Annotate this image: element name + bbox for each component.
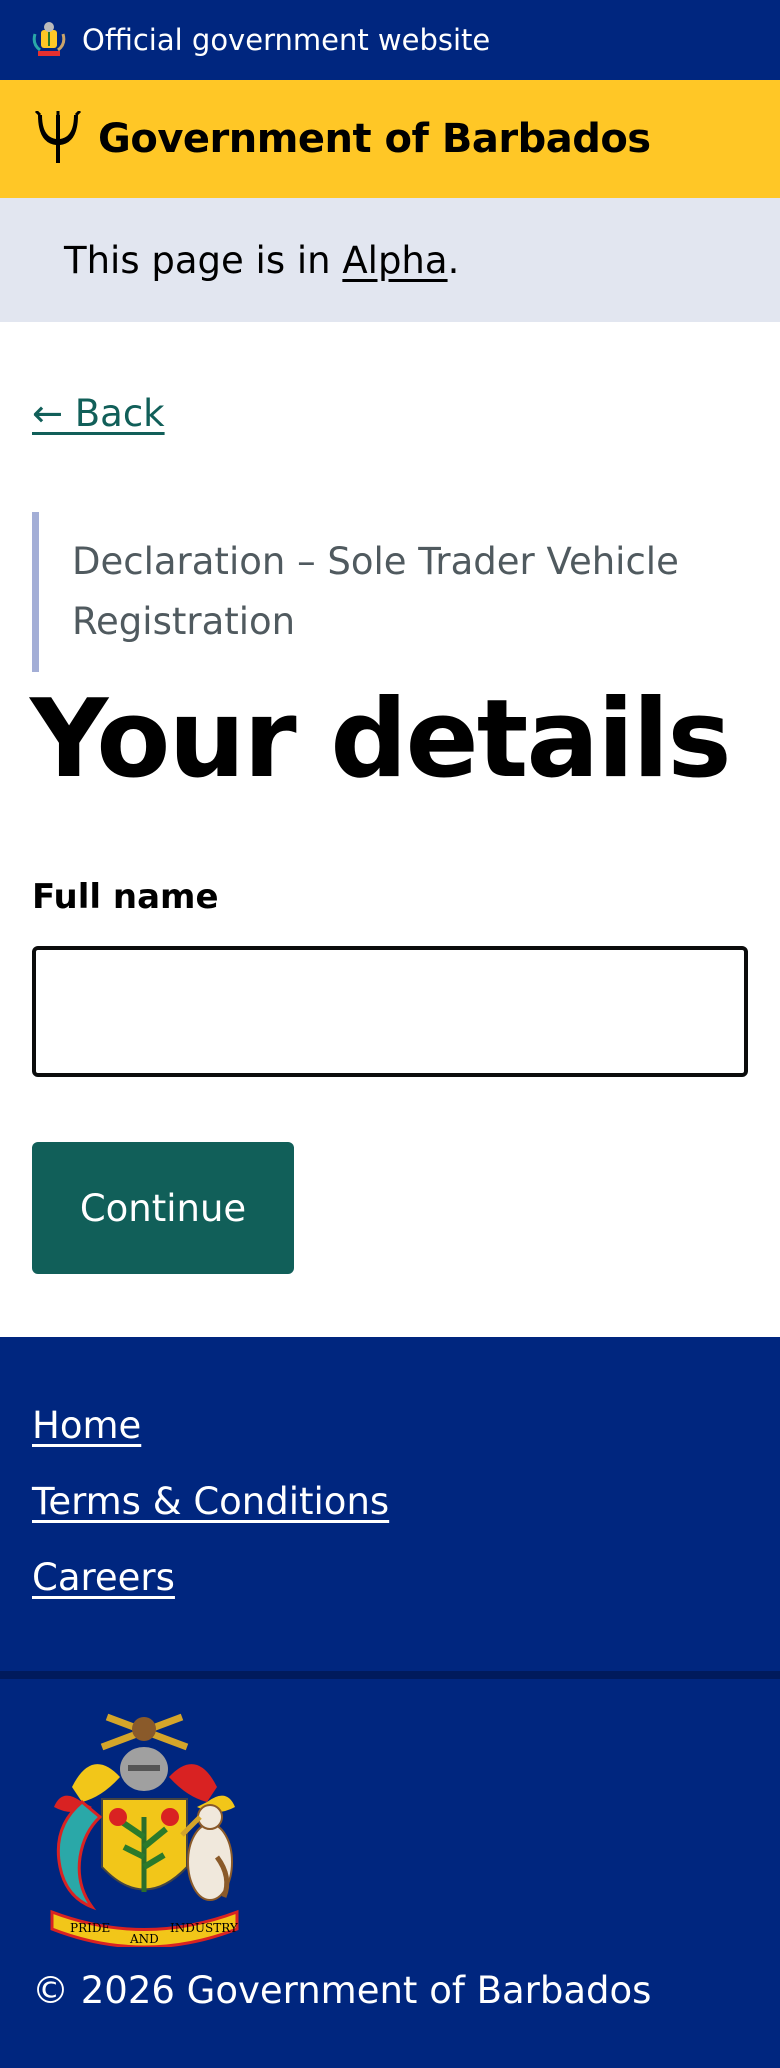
phase-banner-suffix: . bbox=[447, 238, 460, 282]
continue-button[interactable]: Continue bbox=[32, 1142, 294, 1274]
main-content: ← Back Declaration – Sole Trader Vehicle… bbox=[0, 322, 780, 1337]
trident-icon bbox=[34, 111, 82, 163]
footer-link-careers[interactable]: Careers bbox=[32, 1555, 748, 1601]
page-title: Your details bbox=[30, 677, 732, 802]
footer-nav: Home Terms & Conditions Careers bbox=[0, 1337, 780, 1679]
copyright-text: © 2026 Government of Barbados bbox=[32, 1969, 652, 2012]
phase-link[interactable]: Alpha bbox=[342, 239, 447, 282]
official-banner-text: Official government website bbox=[82, 23, 491, 57]
back-link[interactable]: ← Back bbox=[32, 392, 165, 435]
official-banner: Official government website bbox=[0, 0, 780, 80]
motto-right: INDUSTRY bbox=[170, 1921, 239, 1935]
site-header: Government of Barbados bbox=[0, 80, 780, 198]
phase-banner: This page is in Alpha. bbox=[0, 198, 780, 322]
coat-of-arms-icon bbox=[32, 22, 66, 56]
motto-mid: AND bbox=[129, 1932, 159, 1946]
footer-link-home[interactable]: Home bbox=[32, 1403, 748, 1449]
site-brand[interactable]: Government of Barbados bbox=[98, 116, 651, 162]
coat-of-arms-icon: PRIDE AND INDUSTRY bbox=[50, 1713, 239, 1947]
motto-left: PRIDE bbox=[70, 1921, 110, 1935]
form-caption: Declaration – Sole Trader Vehicle Regist… bbox=[32, 512, 748, 672]
footer-bottom: PRIDE AND INDUSTRY © 2026 Government of … bbox=[0, 1679, 780, 2068]
full-name-label: Full name bbox=[32, 877, 219, 917]
phase-banner-prefix: This page is in bbox=[64, 238, 343, 282]
footer-link-terms[interactable]: Terms & Conditions bbox=[32, 1479, 748, 1525]
full-name-input[interactable] bbox=[32, 946, 748, 1077]
